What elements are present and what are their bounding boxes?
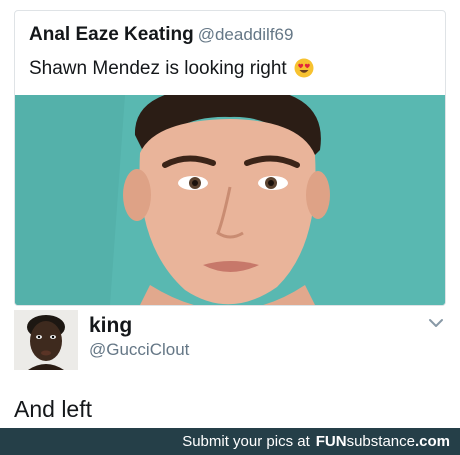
reply-tweet-header: king @GucciClout — [14, 310, 446, 372]
heart-eyes-emoji-icon — [294, 58, 314, 84]
watermark-footer: Submit your pics at FUNsubstance.com — [0, 428, 460, 455]
footer-brand-fun: FUN — [315, 433, 347, 450]
footer-brand-com: .com — [414, 433, 450, 450]
quoted-author-handle[interactable]: @deaddilf69 — [198, 25, 294, 44]
quoted-tweet-header: Anal Eaze Keating @deaddilf69 — [29, 24, 293, 46]
avatar[interactable] — [14, 310, 78, 370]
chevron-down-icon[interactable] — [428, 316, 444, 334]
footer-brand-substance: substance — [346, 433, 415, 450]
quoted-tweet-text-content: Shawn Mendez is looking right — [29, 58, 287, 79]
quoted-tweet-card[interactable]: Anal Eaze Keating @deaddilf69 Shawn Mende… — [14, 10, 446, 306]
avatar-image — [14, 310, 78, 370]
reply-author-handle[interactable]: @GucciClout — [89, 340, 189, 360]
reply-author-name[interactable]: king — [89, 314, 132, 338]
quoted-author-name[interactable]: Anal Eaze Keating — [29, 24, 194, 45]
tweet-photo[interactable] — [15, 95, 445, 305]
portrait-image — [15, 95, 445, 305]
quoted-tweet-text: Shawn Mendez is looking right — [29, 58, 314, 84]
footer-prompt: Submit your pics at — [182, 433, 310, 450]
reply-tweet-text: And left — [14, 396, 92, 422]
